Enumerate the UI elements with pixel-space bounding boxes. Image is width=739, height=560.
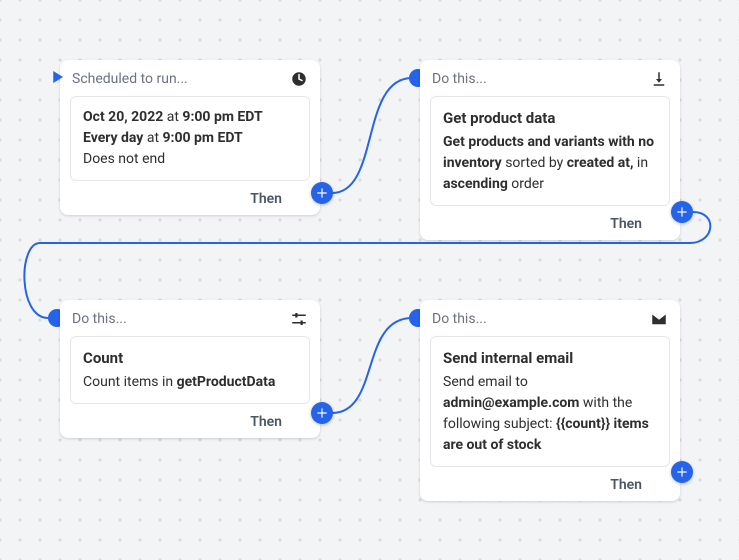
clock-icon	[290, 70, 308, 88]
workflow-card-count[interactable]: Do this... Count Count items in getProdu…	[60, 300, 320, 438]
mail-icon	[650, 310, 668, 328]
then-label: Then	[610, 477, 642, 493]
then-label: Then	[250, 191, 282, 207]
tune-icon	[290, 310, 308, 328]
workflow-card-get-products[interactable]: Do this... Get product data Get products…	[420, 60, 680, 240]
download-icon	[650, 70, 668, 88]
add-step-button[interactable]	[311, 182, 333, 204]
add-step-button[interactable]	[311, 402, 333, 424]
card-body: Count Count items in getProductData	[70, 336, 310, 404]
card-body: Send internal email Send email to admin@…	[430, 336, 670, 467]
card-body: Get product data Get products and varian…	[430, 96, 670, 206]
workflow-card-trigger[interactable]: Scheduled to run... Oct 20, 2022 at 9:00…	[60, 60, 320, 215]
add-step-button[interactable]	[671, 461, 693, 483]
workflow-card-send-email[interactable]: Do this... Send internal email Send emai…	[420, 300, 680, 501]
card-body: Oct 20, 2022 at 9:00 pm EDT Every day at…	[70, 96, 310, 181]
then-label: Then	[250, 414, 282, 430]
card-header-label: Do this...	[432, 71, 642, 87]
play-handle-icon	[48, 68, 66, 86]
card-header-label: Do this...	[432, 311, 642, 327]
card-header-label: Scheduled to run...	[72, 71, 282, 87]
then-label: Then	[610, 216, 642, 232]
add-step-button[interactable]	[671, 201, 693, 223]
card-header-label: Do this...	[72, 311, 282, 327]
